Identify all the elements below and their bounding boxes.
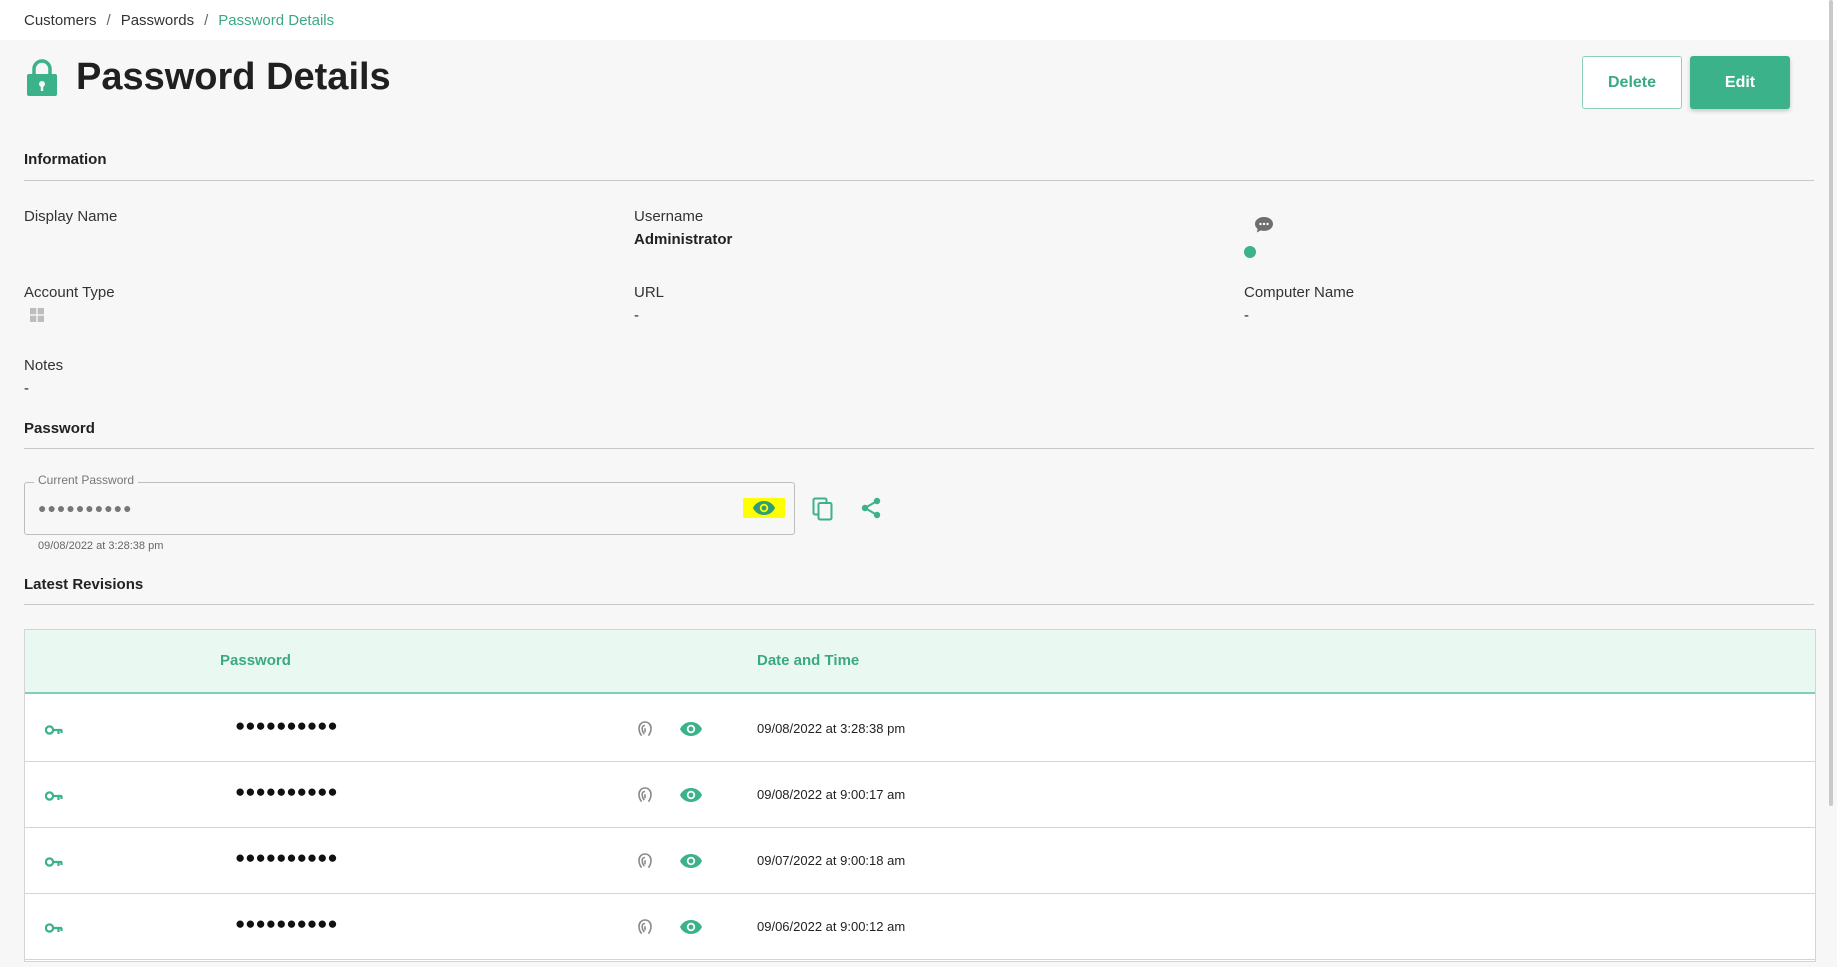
fingerprint-icon[interactable]	[637, 786, 653, 804]
password-section-title: Password	[24, 420, 95, 437]
revisions-section-title: Latest Revisions	[24, 576, 144, 593]
computer-name-value: -	[1244, 307, 1249, 324]
revision-date: 09/07/2022 at 9:00:18 am	[757, 853, 906, 868]
divider	[24, 448, 1814, 449]
table-row: ●●●●●●●●●● 09/07/2022 at 9:00:18 am	[25, 828, 1815, 894]
notes-value: -	[24, 380, 29, 397]
table-row: ●●●●●●●●●● 09/08/2022 at 3:28:38 pm	[25, 696, 1815, 762]
username-label: Username	[634, 208, 704, 225]
breadcrumb-separator: /	[204, 12, 209, 29]
lock-icon	[27, 58, 57, 96]
key-icon[interactable]	[45, 922, 63, 934]
revisions-table: Password Date and Time ●●●●●●●●●● 09/08/…	[24, 629, 1816, 962]
revision-password-masked: ●●●●●●●●●●	[235, 848, 338, 867]
table-row: ●●●●●●●●●● 09/08/2022 at 9:00:17 am	[25, 762, 1815, 828]
eye-icon[interactable]	[679, 853, 703, 869]
table-header: Password Date and Time	[25, 630, 1815, 694]
fingerprint-icon[interactable]	[637, 852, 653, 870]
password-timestamp: 09/08/2022 at 3:28:38 pm	[38, 540, 164, 552]
eye-icon[interactable]	[679, 721, 703, 737]
fingerprint-icon[interactable]	[637, 918, 653, 936]
notes-label: Notes	[24, 357, 64, 374]
revision-password-masked: ●●●●●●●●●●	[235, 716, 338, 735]
show-password-button[interactable]	[743, 498, 785, 518]
revision-password-masked: ●●●●●●●●●●	[235, 782, 338, 801]
key-icon[interactable]	[45, 856, 63, 868]
top-bar: Customers / Passwords / Password Details	[0, 0, 1837, 40]
revision-date: 09/06/2022 at 9:00:12 am	[757, 919, 906, 934]
status-dot	[1244, 246, 1256, 258]
key-icon[interactable]	[45, 790, 63, 802]
key-icon[interactable]	[45, 724, 63, 736]
current-password-label: Current Password	[34, 473, 139, 487]
fingerprint-icon[interactable]	[637, 720, 653, 738]
divider	[24, 180, 1814, 181]
revision-date: 09/08/2022 at 3:28:38 pm	[757, 721, 906, 736]
delete-button[interactable]: Delete	[1582, 56, 1682, 109]
column-header-date-time[interactable]: Date and Time	[757, 652, 859, 669]
page-header: Password Details	[24, 56, 391, 99]
chat-icon[interactable]	[1254, 216, 1274, 234]
username-value: Administrator	[634, 231, 733, 248]
edit-button[interactable]: Edit	[1690, 56, 1790, 109]
copy-icon[interactable]	[812, 497, 834, 521]
table-row: ●●●●●●●●●● 09/06/2022 at 9:00:12 am	[25, 894, 1815, 960]
eye-icon[interactable]	[679, 919, 703, 935]
revision-password-masked: ●●●●●●●●●●	[235, 914, 338, 933]
windows-icon	[30, 308, 44, 322]
revision-date: 09/08/2022 at 9:00:17 am	[757, 787, 906, 802]
eye-icon[interactable]	[679, 787, 703, 803]
breadcrumb-separator: /	[106, 12, 111, 29]
display-name-label: Display Name	[24, 208, 118, 225]
page-title: Password Details	[76, 56, 391, 98]
breadcrumb-passwords[interactable]: Passwords	[121, 12, 194, 29]
column-header-password[interactable]: Password	[220, 652, 291, 669]
computer-name-label: Computer Name	[1244, 284, 1355, 301]
url-value: -	[634, 307, 639, 324]
breadcrumb: Customers / Passwords / Password Details	[24, 12, 334, 29]
scrollbar[interactable]	[1829, 0, 1833, 806]
eye-icon	[753, 501, 775, 515]
current-password-field[interactable]	[24, 482, 795, 535]
information-section-title: Information	[24, 151, 107, 168]
breadcrumb-current: Password Details	[218, 12, 335, 29]
current-password-masked: ●●●●●●●●●●	[38, 500, 133, 516]
account-type-label: Account Type	[24, 284, 115, 301]
breadcrumb-customers[interactable]: Customers	[24, 12, 97, 29]
share-icon[interactable]	[860, 497, 882, 519]
url-label: URL	[634, 284, 665, 301]
divider	[24, 604, 1814, 605]
